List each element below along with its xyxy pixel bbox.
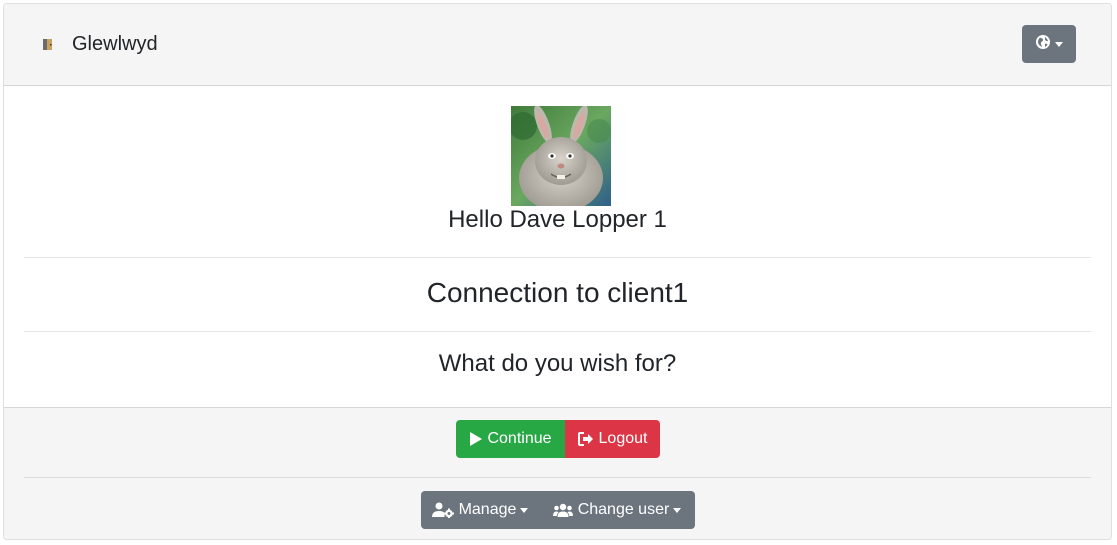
change-user-dropdown-button[interactable]: Change user — [539, 491, 695, 529]
logout-label: Logout — [598, 430, 648, 447]
door-icon — [41, 37, 55, 51]
continue-button[interactable]: Continue — [456, 420, 565, 458]
users-icon — [552, 503, 573, 517]
card-body: Hello Dave Lopper 1 Connection to client… — [4, 86, 1111, 408]
globe-icon — [1035, 34, 1051, 55]
wish-prompt: What do you wish for? — [438, 350, 677, 377]
continue-label: Continue — [487, 430, 552, 447]
manage-label: Manage — [458, 501, 517, 518]
divider — [24, 257, 1091, 258]
user-avatar — [511, 106, 611, 206]
greeting: Hello Dave Lopper 1 — [448, 206, 667, 233]
change-user-label: Change user — [577, 501, 670, 518]
chevron-down-icon — [520, 507, 529, 513]
card-header: Glewlwyd — [4, 4, 1111, 86]
sign-out-icon — [577, 432, 593, 446]
chevron-down-icon — [1055, 41, 1063, 47]
language-dropdown-button[interactable] — [1022, 25, 1076, 63]
connection-title: Connection to client1 — [426, 277, 689, 308]
divider — [24, 477, 1091, 478]
play-icon — [470, 432, 483, 446]
divider — [24, 331, 1091, 332]
chevron-down-icon — [673, 507, 682, 513]
login-card: Glewlwyd Hello Dave Lopper 1 Connection … — [3, 3, 1112, 540]
manage-dropdown-button[interactable]: Manage — [421, 491, 539, 529]
user-cog-icon — [431, 502, 454, 518]
brand-name: Glewlwyd — [72, 33, 158, 55]
logout-button[interactable]: Logout — [565, 420, 660, 458]
card-footer: Continue Logout Manage Change user — [4, 407, 1111, 539]
brand: Glewlwyd — [41, 32, 158, 56]
